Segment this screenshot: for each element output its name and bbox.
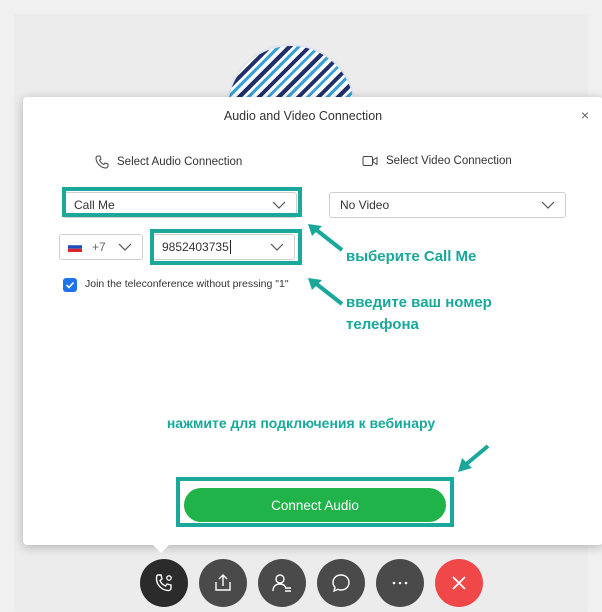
country-code-value: +7 bbox=[92, 240, 106, 254]
join-without-pressing-label: Join the teleconference without pressing… bbox=[85, 278, 289, 290]
video-select-value: No Video bbox=[340, 198, 390, 212]
annotation-enter-number: введите ваш номер телефона bbox=[346, 294, 492, 333]
video-heading-label: Select Video Connection bbox=[386, 155, 512, 167]
video-section-heading: Select Video Connection bbox=[362, 155, 512, 167]
chevron-down-icon bbox=[118, 243, 132, 251]
arrow-to-audio-select-icon bbox=[308, 224, 344, 252]
audio-section-heading: Select Audio Connection bbox=[95, 155, 242, 169]
chat-icon bbox=[332, 574, 350, 593]
checkmark-icon bbox=[65, 281, 75, 289]
connect-audio-button[interactable]: Connect Audio bbox=[184, 488, 446, 522]
join-without-pressing-checkbox[interactable] bbox=[63, 278, 77, 292]
more-icon bbox=[392, 581, 408, 585]
annotation-choose-call-me: выберите Call Me bbox=[346, 248, 477, 265]
participants-icon bbox=[272, 574, 291, 592]
highlight-phone-number bbox=[150, 229, 302, 265]
phone-icon bbox=[95, 155, 109, 169]
phone-settings-icon bbox=[155, 574, 172, 592]
russia-flag-icon bbox=[68, 242, 82, 252]
close-button[interactable]: × bbox=[581, 107, 589, 123]
end-meeting-button[interactable] bbox=[435, 559, 483, 607]
share-button[interactable] bbox=[199, 559, 247, 607]
annotation-press-connect: нажмите для подключения к вебинару bbox=[166, 415, 436, 431]
audio-heading-label: Select Audio Connection bbox=[117, 156, 243, 168]
video-connection-select[interactable]: No Video bbox=[329, 192, 566, 218]
country-code-select[interactable]: +7 bbox=[59, 234, 143, 260]
meeting-toolbar bbox=[140, 559, 483, 607]
more-button[interactable] bbox=[376, 559, 424, 607]
video-camera-icon bbox=[362, 156, 378, 166]
share-icon bbox=[215, 574, 231, 591]
arrow-to-phone-number-icon bbox=[308, 278, 344, 306]
end-call-icon bbox=[452, 576, 466, 590]
chat-button[interactable] bbox=[317, 559, 365, 607]
chevron-down-icon bbox=[541, 201, 555, 209]
dialog-pointer bbox=[152, 544, 170, 553]
dialog-title: Audio and Video Connection bbox=[223, 109, 383, 123]
participants-button[interactable] bbox=[258, 559, 306, 607]
highlight-audio-select bbox=[62, 187, 302, 217]
arrow-to-connect-button-icon bbox=[458, 444, 490, 472]
audio-settings-button[interactable] bbox=[140, 559, 188, 607]
